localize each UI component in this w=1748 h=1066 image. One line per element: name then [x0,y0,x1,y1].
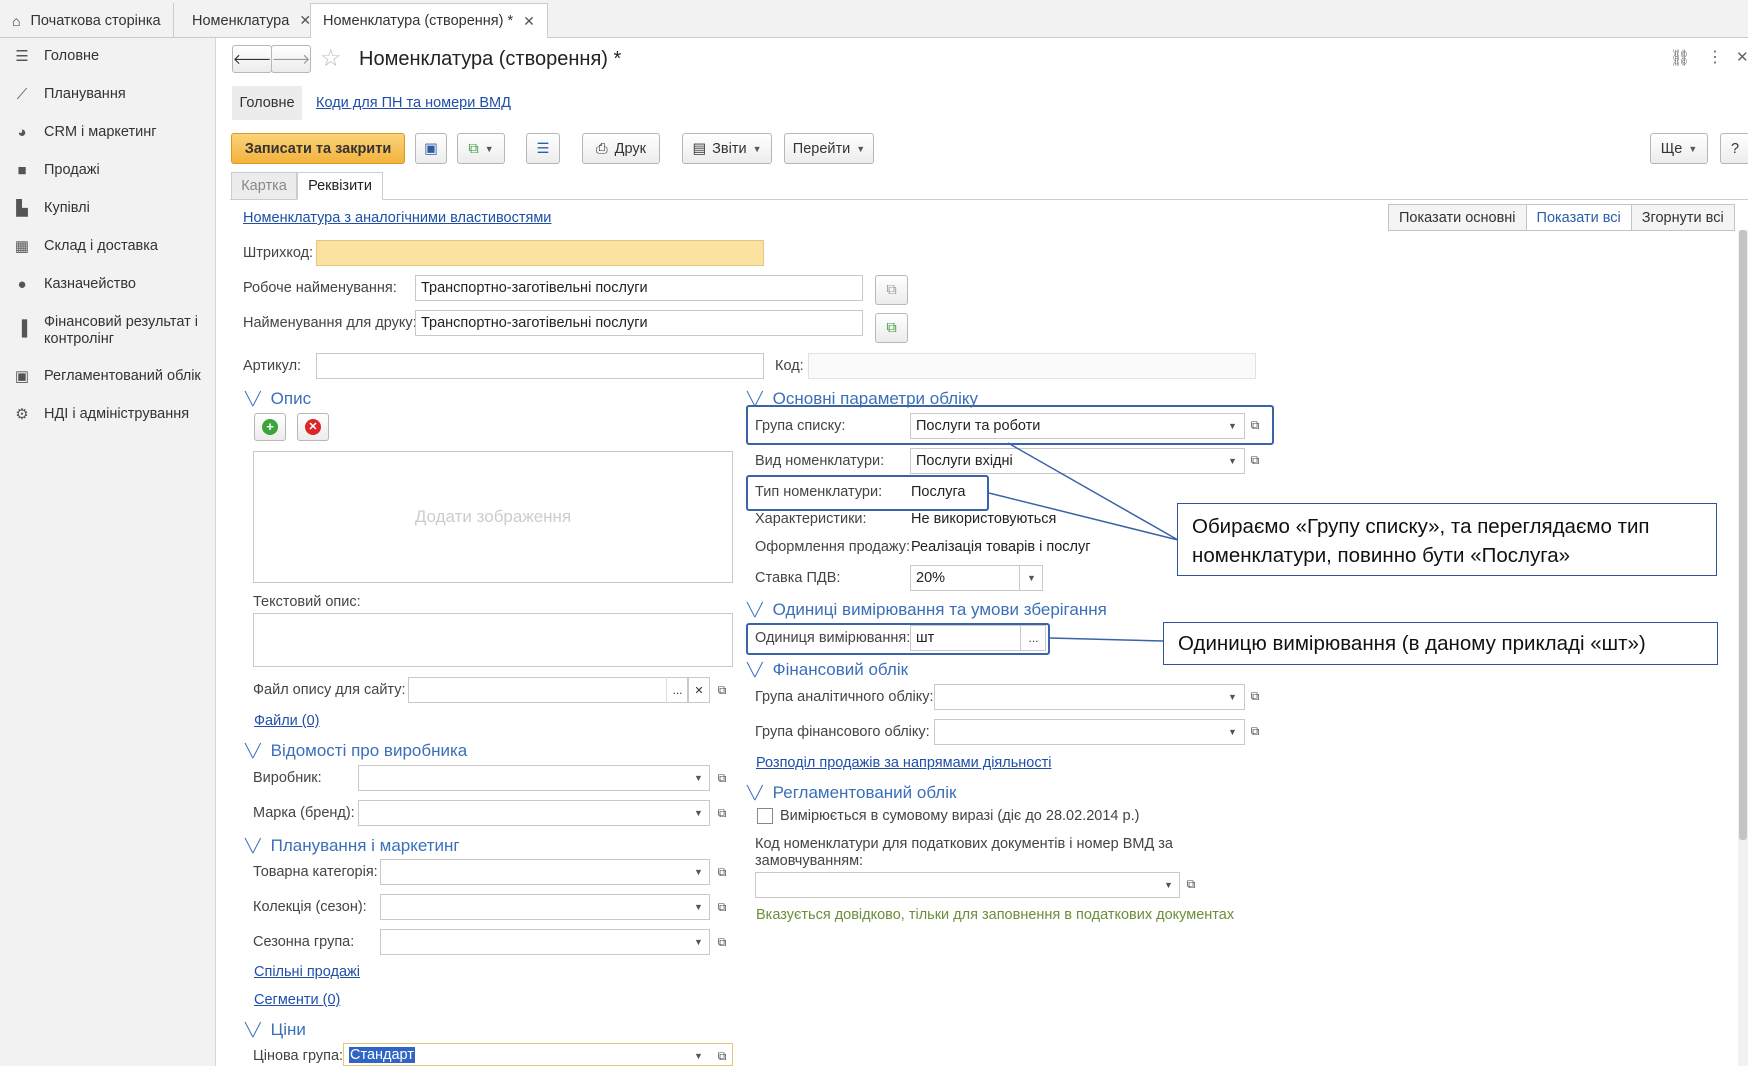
callout-line [1049,637,1164,642]
callout-list-group: Обираємо «Групу списку», та переглядаємо… [1177,503,1717,576]
callout-unit: Одиницю вимірювання (в даному прикладі «… [1163,622,1718,665]
callout-line [988,492,1179,541]
callout-line [1007,442,1179,541]
